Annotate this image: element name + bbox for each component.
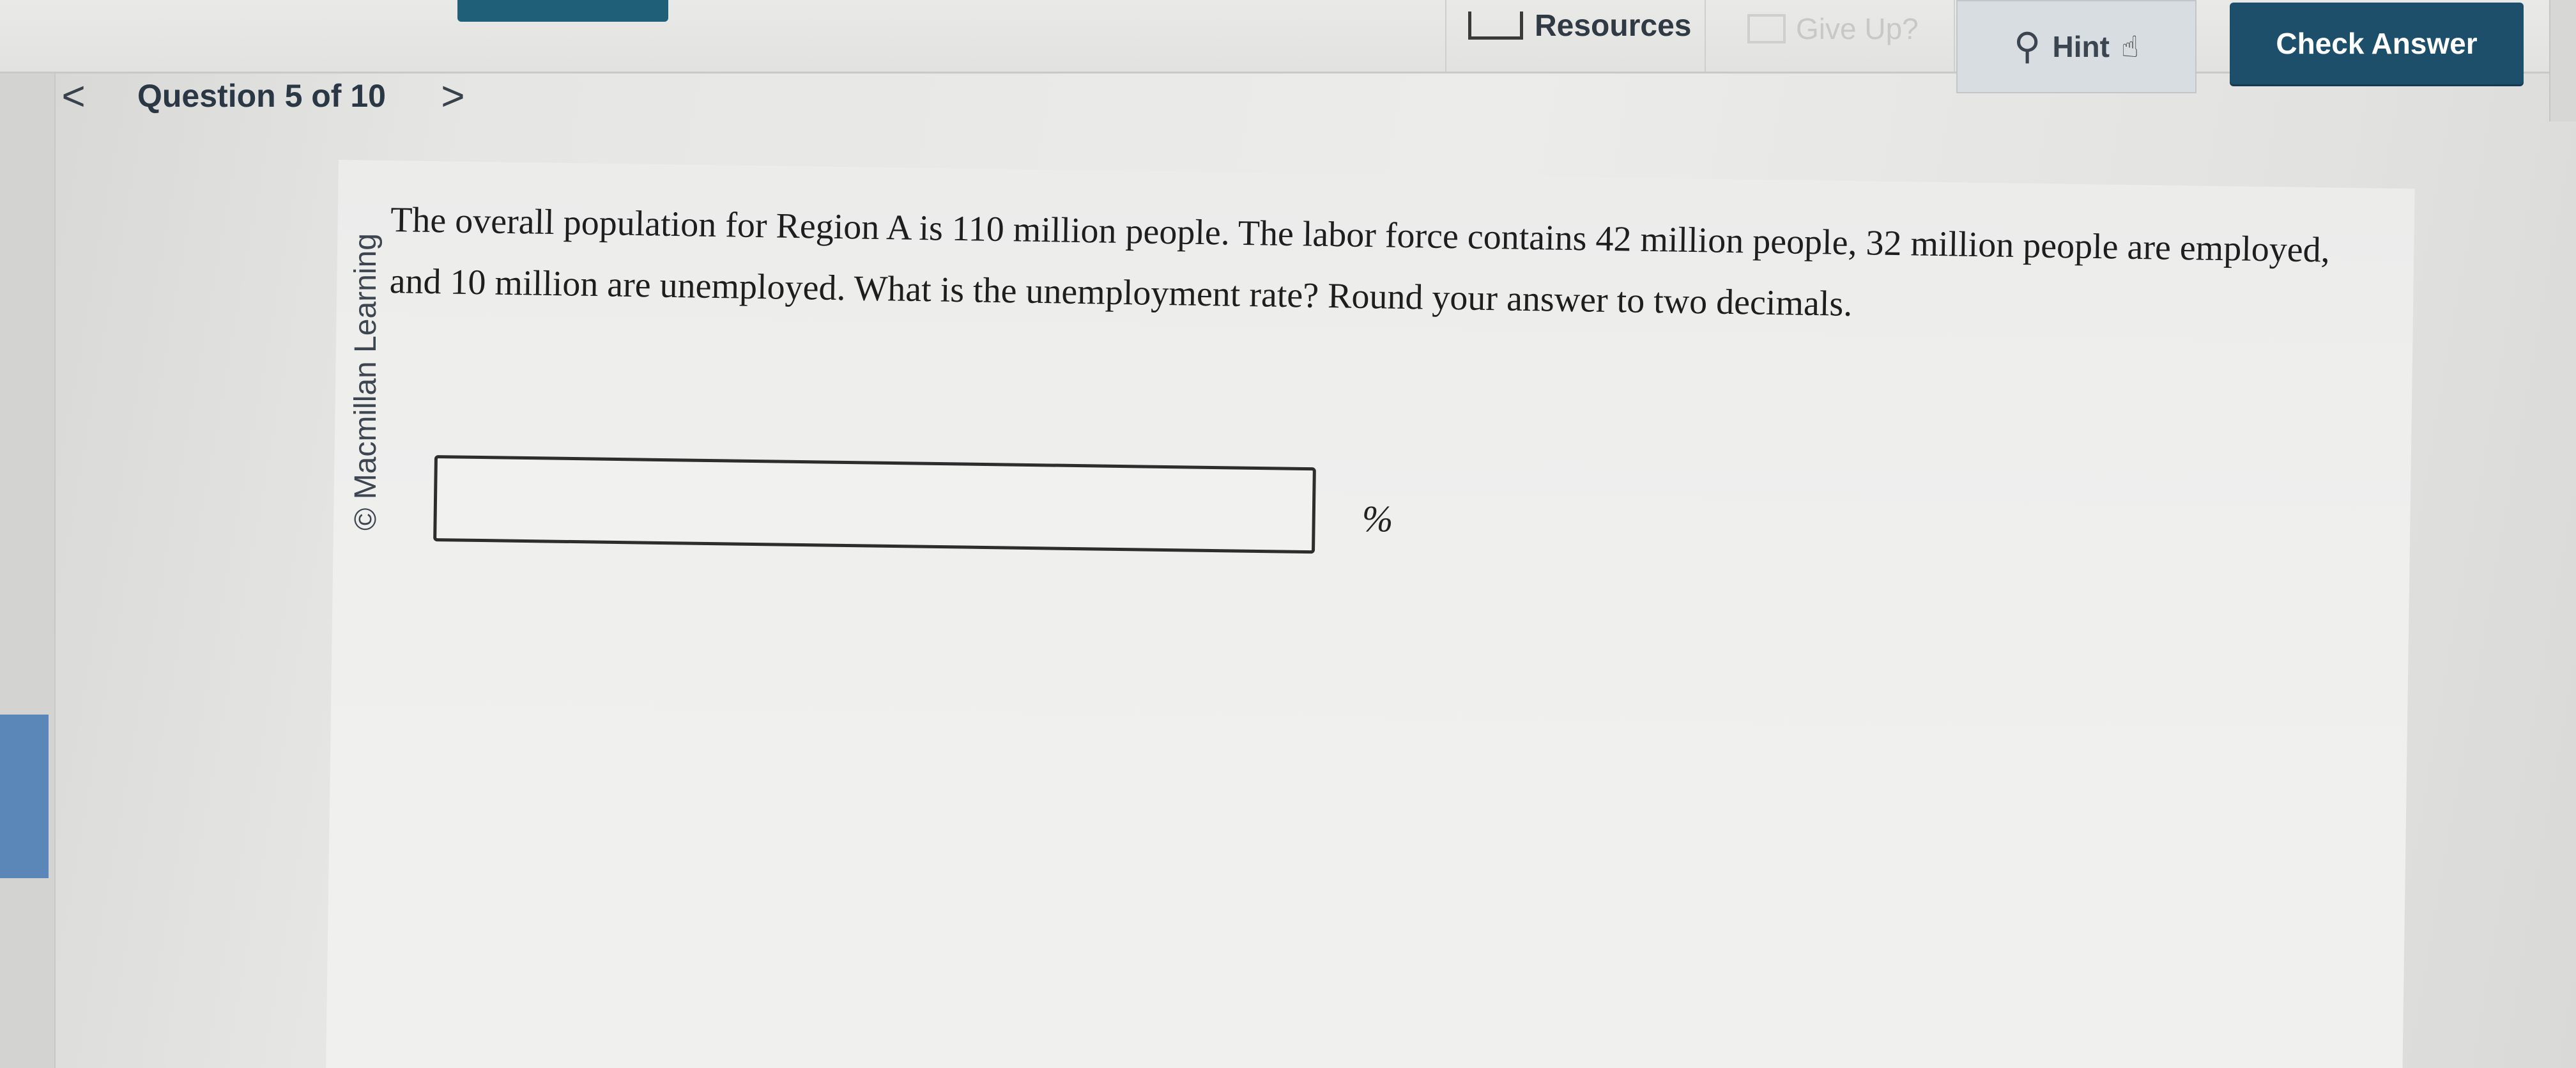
question-counter: Question 5 of 10 — [137, 78, 386, 114]
top-tab[interactable] — [457, 0, 668, 22]
page: Resources Give Up? ⚲ Hint ☝ Check Answer… — [0, 0, 2576, 1068]
copyright-notice: © Macmillan Learning — [349, 233, 383, 530]
question-navigation: < Question 5 of 10 > — [51, 67, 475, 125]
chevron-left-icon[interactable]: < — [51, 72, 96, 120]
toolbar-divider — [1954, 0, 1955, 72]
book-icon — [1468, 12, 1523, 40]
chevron-right-icon[interactable]: > — [431, 72, 475, 120]
answer-input[interactable] — [433, 455, 1316, 554]
toolbar-divider — [1445, 0, 1446, 72]
left-accent-bar — [0, 715, 49, 878]
lightbulb-icon: ⚲ — [2014, 26, 2041, 67]
give-up-button[interactable]: Give Up? — [1747, 6, 1919, 51]
hand-cursor-icon: ☝ — [2120, 30, 2139, 63]
give-up-icon — [1747, 14, 1786, 43]
left-gutter — [0, 0, 56, 1068]
give-up-label: Give Up? — [1796, 12, 1919, 45]
hint-button[interactable]: ⚲ Hint ☝ — [1956, 0, 2196, 93]
hint-label: Hint — [2052, 30, 2110, 63]
toolbar-divider — [1705, 0, 1706, 72]
resources-label: Resources — [1535, 8, 1692, 43]
resources-button[interactable]: Resources — [1468, 0, 1698, 51]
percent-unit: % — [1362, 498, 1393, 539]
right-edge-strip — [2549, 0, 2576, 121]
check-answer-button[interactable]: Check Answer — [2230, 3, 2524, 84]
